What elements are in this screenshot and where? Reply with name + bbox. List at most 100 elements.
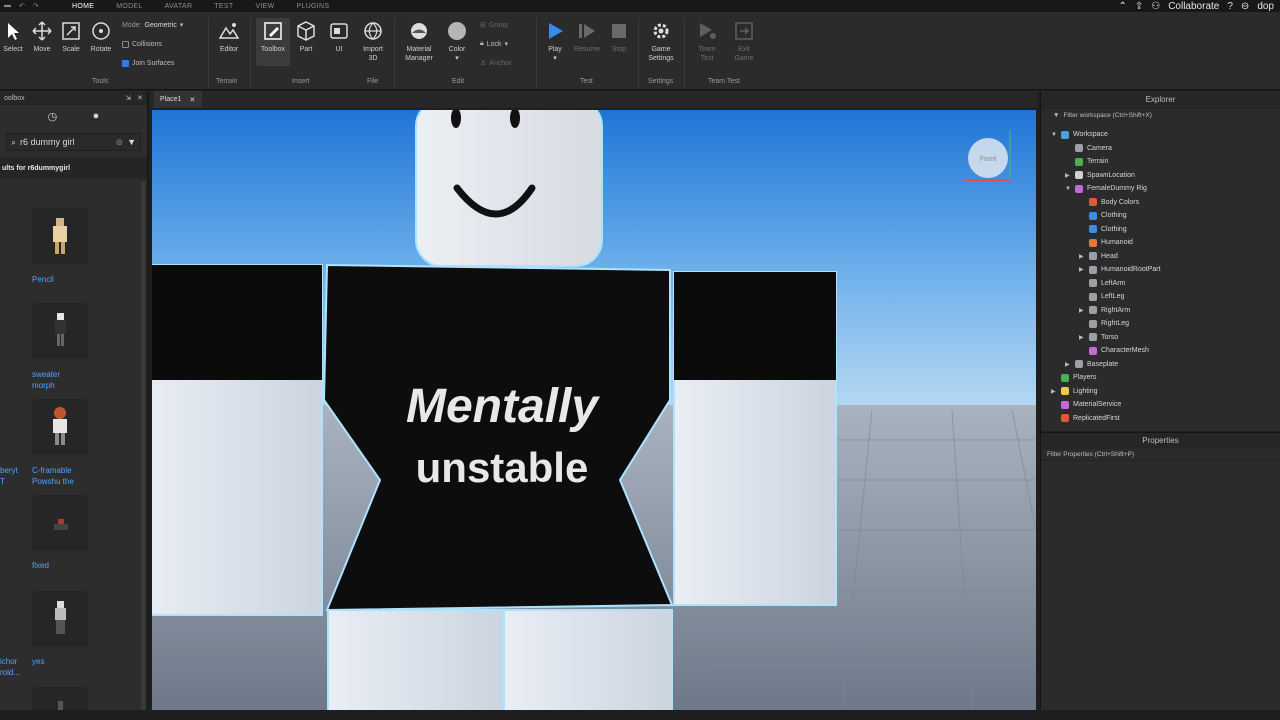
user-initials[interactable]: dop — [1257, 1, 1274, 12]
asset-label[interactable]: C-framable Powshu the — [32, 465, 74, 487]
tree-row[interactable]: ▶ Torso — [1079, 331, 1118, 344]
tab-plugins[interactable]: PLUGINS — [297, 3, 330, 10]
tree-row[interactable]: ▼ Workspace — [1051, 128, 1108, 141]
divider — [638, 18, 639, 88]
scrollbar[interactable] — [141, 181, 145, 711]
instance-icon — [1089, 346, 1097, 355]
join-surfaces-toggle[interactable]: Join Surfaces — [122, 60, 174, 67]
properties-filter-input[interactable]: Filter Properties (Ctrl+Shift+P) — [1041, 449, 1280, 461]
tree-row[interactable]: ▶ HumanoidRootPart — [1079, 263, 1161, 276]
collapse-arrow-icon[interactable]: ▶ — [1079, 334, 1085, 341]
tree-row[interactable]: Players — [1051, 371, 1096, 384]
group-button[interactable]: ⊞ Group — [480, 21, 508, 30]
tree-row[interactable]: Terrain — [1065, 155, 1108, 168]
collapse-arrow-icon[interactable]: ▶ — [1079, 253, 1085, 260]
dock-icon[interactable]: ⇲ — [125, 94, 131, 102]
menu-bar: ▬ ↶ ↷ HOME MODEL AVATAR TEST VIEW PLUGIN… — [0, 0, 1280, 12]
share-icon[interactable]: ⇪ — [1135, 1, 1143, 12]
lock-button[interactable]: 🔒︎ Lock ▾ — [480, 40, 508, 48]
search-input[interactable]: ⌕ r6 dummy girl ⊚ ▼ — [6, 133, 141, 151]
tree-row[interactable]: ReplicatedFirst — [1051, 412, 1120, 425]
collapse-arrow-icon[interactable]: ▶ — [1079, 307, 1085, 314]
tree-row[interactable]: ▼ FemaleDummy Rig — [1065, 182, 1147, 195]
recent-icon[interactable]: ◷ — [48, 110, 58, 123]
tree-row[interactable]: Clothing — [1079, 209, 1127, 222]
tab-model[interactable]: MODEL — [116, 3, 142, 10]
resume-button[interactable]: Resume — [572, 20, 602, 54]
exit-game-button[interactable]: Exit Game — [729, 20, 759, 63]
import-3d-button[interactable]: Import 3D — [358, 20, 388, 63]
collapse-arrow-icon[interactable]: ▶ — [1079, 266, 1085, 273]
mode-dropdown[interactable]: Mode: Geometric ▾ — [122, 21, 183, 30]
play-button[interactable]: Play ▾ — [540, 20, 570, 63]
rotate-tool[interactable]: Rotate — [86, 20, 116, 54]
toolbox-button[interactable]: Toolbox — [256, 18, 290, 66]
tree-row[interactable]: Body Colors — [1079, 196, 1139, 209]
tree-row[interactable]: ▶ Lighting — [1051, 385, 1098, 398]
asset-thumbnail[interactable] — [32, 303, 88, 359]
tab-avatar[interactable]: AVATAR — [165, 3, 193, 10]
filter-icon[interactable]: ▼ — [127, 137, 136, 147]
team-test-button[interactable]: Team Test — [692, 20, 722, 63]
chevron-up-icon[interactable]: ⌃ — [1118, 1, 1126, 12]
collisions-toggle[interactable]: Collisions — [122, 41, 162, 48]
undo-icon[interactable]: ↶ — [19, 2, 25, 10]
help-icon[interactable]: ? — [1227, 1, 1233, 12]
tree-row[interactable]: ▶ Baseplate — [1065, 358, 1118, 371]
select-tool[interactable]: Select — [0, 20, 26, 54]
tree-row[interactable]: ▶ RightArm — [1079, 304, 1130, 317]
scale-tool[interactable]: Scale — [56, 20, 86, 54]
asset-label-partial[interactable]: ichor rold... — [0, 656, 20, 678]
asset-label[interactable]: sweater morph — [32, 369, 60, 391]
tab-place1[interactable]: Place1 ✕ — [154, 91, 202, 108]
tab-home[interactable]: HOME — [72, 3, 94, 10]
file-icon[interactable]: ▬ — [4, 2, 11, 10]
asset-thumbnail[interactable] — [32, 591, 88, 647]
tree-row[interactable]: ▶ Head — [1079, 250, 1118, 263]
material-manager-button[interactable]: Material Manager — [402, 20, 436, 63]
collapse-arrow-icon[interactable]: ▶ — [1065, 172, 1071, 179]
settings-icon[interactable]: ⊚ — [116, 137, 124, 148]
close-icon[interactable]: ✕ — [189, 96, 195, 104]
expand-arrow-icon[interactable]: ▼ — [1065, 186, 1071, 192]
tree-row[interactable]: Humanoid — [1079, 236, 1133, 249]
redo-icon[interactable]: ↷ — [33, 2, 39, 10]
part-button[interactable]: Part — [291, 20, 321, 54]
collapse-arrow-icon[interactable]: ▶ — [1065, 361, 1071, 368]
terrain-editor-tool[interactable]: Editor — [214, 20, 244, 54]
checkbox-checked[interactable] — [122, 60, 129, 67]
tree-row[interactable]: Clothing — [1079, 223, 1127, 236]
tab-view[interactable]: VIEW — [255, 3, 274, 10]
tree-row[interactable]: Camera — [1065, 142, 1112, 155]
pin-icon[interactable]: ● — [93, 110, 100, 122]
tab-test[interactable]: TEST — [214, 3, 233, 10]
asset-label[interactable]: Pencil — [32, 274, 54, 285]
expand-arrow-icon[interactable]: ▼ — [1051, 132, 1057, 138]
color-button[interactable]: Color ▾ — [442, 20, 472, 63]
asset-thumbnail[interactable] — [32, 495, 88, 551]
toolbox-tabs: ◷ ● — [0, 105, 147, 127]
collapse-arrow-icon[interactable]: ▶ — [1051, 388, 1057, 395]
checkbox[interactable] — [122, 41, 129, 48]
game-settings-button[interactable]: Game Settings — [646, 20, 676, 63]
3d-viewport[interactable]: Mentally unstable Front — [152, 110, 1036, 710]
asset-label[interactable]: yes — [32, 656, 44, 667]
collaborate-button[interactable]: Collaborate — [1168, 1, 1219, 12]
notification-icon[interactable]: ⊖ — [1241, 1, 1249, 12]
tree-row[interactable]: MaterialService — [1051, 398, 1121, 411]
tree-row[interactable]: ▶ SpawnLocation — [1065, 169, 1135, 182]
asset-thumbnail[interactable] — [32, 399, 88, 455]
move-tool[interactable]: Move — [27, 20, 57, 54]
asset-label[interactable]: fixed — [32, 560, 49, 571]
ui-button[interactable]: UI — [324, 20, 354, 54]
anchor-button[interactable]: ⚓︎ Anchor — [480, 59, 511, 68]
asset-label-partial[interactable]: beryt T — [0, 465, 18, 487]
tree-row[interactable]: CharacterMesh — [1079, 344, 1149, 357]
tree-row[interactable]: RightLeg — [1079, 317, 1129, 330]
tree-row[interactable]: LeftLeg — [1079, 290, 1124, 303]
tree-row[interactable]: LeftArm — [1079, 277, 1126, 290]
asset-thumbnail[interactable] — [32, 208, 88, 264]
close-icon[interactable]: ✕ — [137, 94, 143, 102]
explorer-filter-input[interactable]: ▼ Filter workspace (Ctrl+Shift+X) — [1041, 109, 1280, 121]
stop-button[interactable]: Stop — [604, 20, 634, 54]
